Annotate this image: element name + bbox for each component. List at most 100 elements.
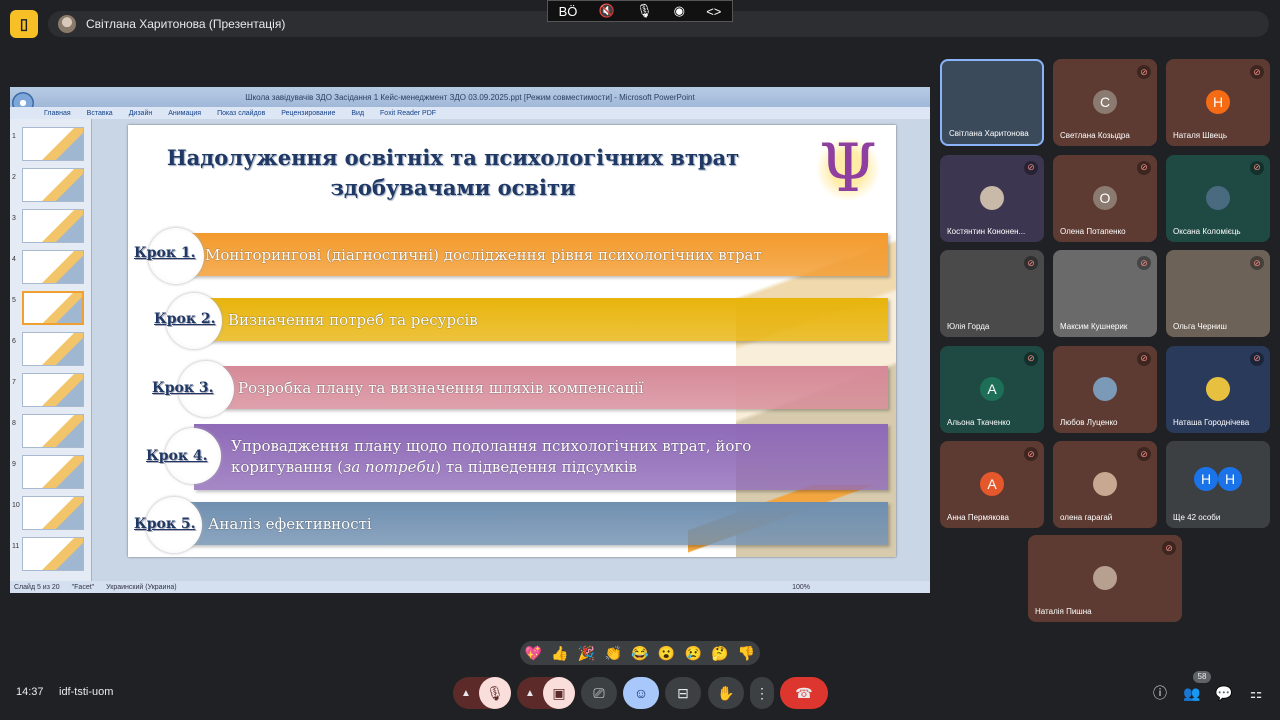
participant-tile[interactable]: Наталя Швець Н ⊘ [1166, 59, 1270, 146]
thumb-number: 6 [12, 338, 16, 345]
reaction-surprised[interactable]: 😮 [658, 645, 675, 662]
reaction-sad[interactable]: 😢 [685, 645, 702, 662]
emoji-icon: ☺ [633, 685, 649, 701]
ppt-titlebar: Школа завідувачів ЗДО Засідання 1 Кейс-м… [10, 87, 930, 107]
step-bar-4: Упровадження плану щодо подолання психол… [194, 424, 888, 490]
info-icon: ⓘ [1153, 685, 1167, 701]
mic-off-icon: ⊘ [1024, 447, 1038, 461]
mic-off-icon: ⊘ [1162, 541, 1176, 555]
slide-title-line: Надолуження освітніх та психологічних вт… [166, 145, 740, 170]
mic-off-icon: ⊘ [1250, 65, 1264, 79]
step-text-emphasis: за потреби [343, 458, 436, 476]
participant-tile[interactable]: Анна Пермякова А ⊘ [940, 441, 1044, 528]
participant-tile[interactable]: Максим Кушнерик ⊘ [1053, 250, 1157, 337]
participant-tile[interactable]: Наташа Городнічева ⊘ [1166, 345, 1270, 433]
camera-off-icon[interactable]: ▣ [543, 677, 575, 709]
chat-button[interactable]: 💬 [1212, 677, 1236, 709]
presentation-window: Школа завідувачів ЗДО Засідання 1 Кейс-м… [10, 87, 930, 593]
step-text-line: Упровадження плану щодо подолання психол… [231, 437, 752, 455]
speaker-mute-icon[interactable]: 🔇 [599, 3, 615, 19]
participant-tile[interactable]: Светлана Козыдра C ⊘ [1053, 59, 1157, 146]
participant-tile[interactable]: Світлана Харитонова [940, 59, 1044, 146]
ppt-statusbar: Слайд 5 из 20 "Facet" Украинский (Украин… [10, 581, 930, 593]
reaction-thumbs-up[interactable]: 👍 [551, 645, 568, 662]
people-icon: 👥 [1183, 684, 1201, 701]
reaction-party[interactable]: 🎉 [578, 645, 595, 662]
participant-tile[interactable]: Ще 42 особи Н Н [1166, 441, 1270, 528]
mic-off-icon[interactable]: 🎙 [479, 677, 511, 709]
slide-thumbnail-selected [22, 291, 84, 325]
chevron-up-icon[interactable]: ▲ [461, 688, 471, 699]
more-participants-avatar: Н [1194, 467, 1218, 491]
participant-tile[interactable]: Олена Потапенко О ⊘ [1053, 154, 1157, 242]
slide-title: Надолуження освітніх та психологічних вт… [128, 143, 778, 203]
current-slide: Надолуження освітніх та психологічних вт… [128, 125, 896, 557]
slide-thumbnail [22, 414, 84, 448]
step-text: Розробка плану та визначення шляхів комп… [238, 378, 644, 397]
emoji-button[interactable]: ☺ [623, 677, 659, 709]
ribbon-tab: Дизайн [128, 109, 153, 117]
meeting-info-button[interactable]: ⓘ [1148, 677, 1172, 709]
participant-avatar [1206, 376, 1230, 401]
zoom-level[interactable]: 100% [792, 584, 810, 591]
ribbon-tab: Foxit Reader PDF [380, 109, 437, 117]
leave-call-button[interactable]: ☎ [780, 677, 828, 709]
text-tool-icon[interactable]: BÖ [559, 4, 578, 19]
mic-off-icon: ⊘ [1137, 256, 1151, 270]
captions-button[interactable]: ⊟ [665, 677, 701, 709]
participant-tile[interactable]: Ольга Черниш ⊘ [1166, 250, 1270, 337]
ribbon-tab: Вставка [86, 109, 113, 117]
participant-name: олена гарагай [1060, 513, 1113, 522]
participant-name: Ольга Черниш [1173, 322, 1227, 331]
participant-tile[interactable]: Юлія Горда ⊘ [940, 250, 1044, 337]
broadcast-icon[interactable]: ◉ [674, 3, 685, 19]
participant-avatar: C [1093, 90, 1117, 114]
step-text-part: ) та підведення підсумків [435, 458, 638, 476]
thumb-number: 7 [12, 379, 16, 386]
reaction-heart[interactable]: 💖 [525, 645, 542, 662]
hand-icon: ✋ [717, 684, 735, 701]
slide-counter: Слайд 5 из 20 [14, 583, 60, 591]
mic-icon[interactable]: 🎙 [636, 3, 653, 19]
hang-up-icon: ☎ [795, 684, 813, 701]
thumb-number: 2 [12, 174, 16, 181]
slide-thumbnail [22, 209, 84, 243]
step-bar-1: Моніторингові (діагностичні) дослідження… [183, 233, 888, 276]
step-text: Моніторингові (діагностичні) дослідження… [205, 245, 762, 264]
mic-off-icon: ⊘ [1137, 447, 1151, 461]
code-icon[interactable]: <> [706, 4, 721, 19]
ppt-ribbon: Главная Вставка Дизайн Анимация Показ сл… [10, 107, 930, 119]
participant-tile[interactable]: Костянтин Кононен... ⊘ [940, 154, 1044, 242]
participant-name: Альона Ткаченко [947, 417, 1011, 427]
participant-name: Ще 42 особи [1173, 513, 1221, 522]
camera-control: ▲ ▣ [517, 677, 575, 709]
mic-off-icon: ⊘ [1137, 160, 1151, 175]
slide-thumbnail [22, 373, 84, 407]
step-bar-5: Аналіз ефективності [178, 502, 888, 545]
reaction-thinking[interactable]: 🤔 [711, 645, 728, 662]
captions-icon: ⊟ [677, 684, 689, 701]
participant-tile[interactable]: Наталія Пишна ⊘ [1028, 535, 1182, 622]
thumb-number: 5 [12, 297, 16, 304]
step-bar-3: Розробка плану та визначення шляхів комп… [223, 366, 888, 409]
participant-tile[interactable]: Оксана Коломієць ⊘ [1166, 154, 1270, 242]
raise-hand-button[interactable]: ✋ [708, 677, 744, 709]
reaction-laugh[interactable]: 😂 [631, 645, 648, 662]
present-button[interactable]: ⎚ [581, 677, 617, 709]
thumb-number: 10 [12, 502, 20, 509]
reaction-clap[interactable]: 👏 [605, 645, 622, 662]
reaction-thumbs-down[interactable]: 👎 [738, 645, 755, 662]
mic-off-icon: ⊘ [1250, 256, 1264, 270]
more-options-button[interactable]: ⋮ [750, 677, 774, 709]
participant-tile[interactable]: олена гарагай ⊘ [1053, 441, 1157, 528]
meeting-code: idf-tsti-uom [59, 686, 114, 698]
meet-logo: ▯ [10, 10, 38, 38]
participant-tile[interactable]: Любов Луценко ⊘ [1053, 345, 1157, 433]
participant-tile[interactable]: Альона Ткаченко А ⊘ [940, 345, 1044, 433]
thumb-number: 1 [12, 133, 16, 140]
participant-avatar [1093, 472, 1117, 496]
activities-button[interactable]: ⚏ [1244, 677, 1268, 709]
chevron-up-icon[interactable]: ▲ [525, 688, 535, 699]
participant-avatar [980, 185, 1004, 210]
chat-icon: 💬 [1215, 684, 1233, 701]
